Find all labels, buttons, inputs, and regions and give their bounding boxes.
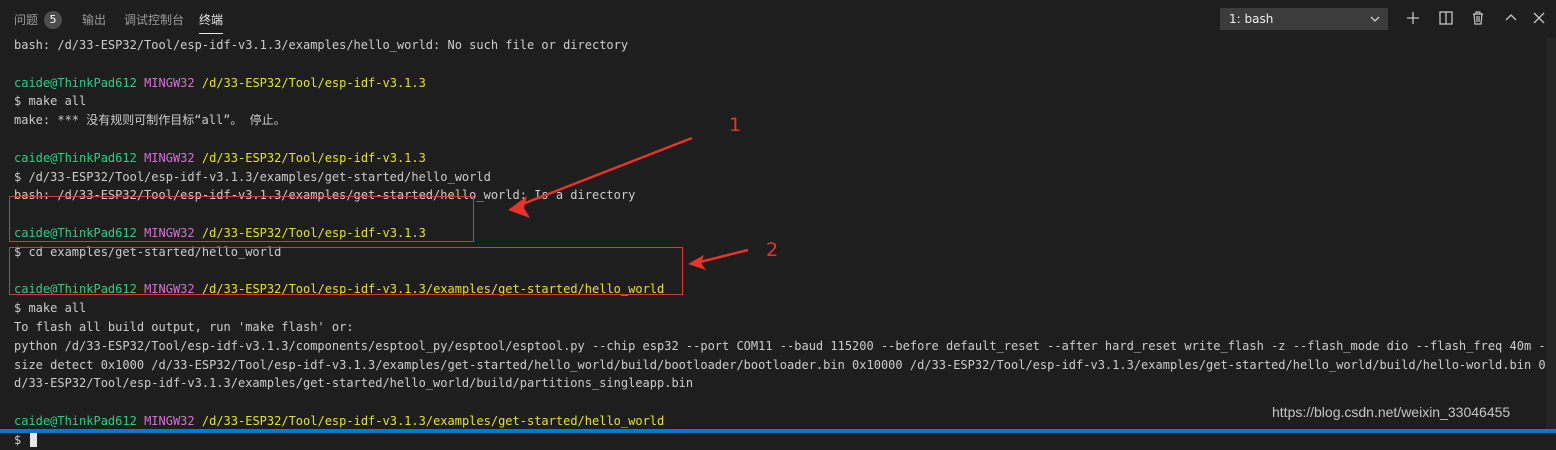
terminal-line: $ [14,431,1556,450]
annotation-label-1: 1 [729,114,742,136]
arrow-2-head [688,255,706,270]
terminal-line-text: $ [14,432,29,447]
terminal-cursor [30,431,38,447]
status-bar-edge [0,429,1556,433]
annotation-arrows [508,136,749,270]
arrow-1 [514,136,693,209]
watermark: https://blog.csdn.net/weixin_33046455 [1272,404,1511,420]
annotation-label-2: 2 [766,239,779,261]
arrow-2 [695,248,749,265]
terminal-scrollbar[interactable] [1546,38,1556,429]
arrow-1-head [508,196,530,218]
